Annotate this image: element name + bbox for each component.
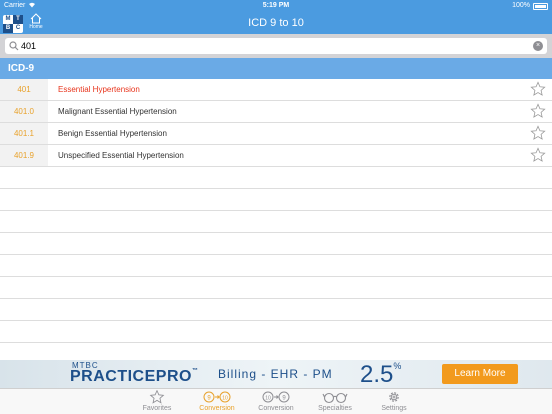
glasses-icon <box>322 392 348 404</box>
tab-bar: Favorites 9 10 Conversion 10 9 Conversio… <box>0 388 552 414</box>
icon-glyph: 10 <box>222 396 228 402</box>
tab-favorites[interactable]: Favorites <box>130 390 184 414</box>
search-icon <box>9 41 19 51</box>
favorite-star-icon[interactable] <box>530 81 546 97</box>
list-item[interactable]: 401.1 Benign Essential Hypertension <box>0 123 552 145</box>
banner-brand-text: PRACTICEPRO <box>70 368 192 385</box>
ad-banner[interactable]: MTBC PRACTICEPRO™ Billing - EHR - PM 2.5… <box>0 360 552 388</box>
favorite-star-icon[interactable] <box>530 147 546 163</box>
icd9-to-icd10-icon: 9 10 <box>203 391 231 403</box>
icon-glyph: 9 <box>207 396 211 402</box>
banner-trademark: ™ <box>191 368 199 374</box>
tab-settings[interactable]: Settings <box>367 390 421 414</box>
list-item[interactable]: 401 Essential Hypertension <box>0 79 552 101</box>
banner-brand: PRACTICEPRO™ <box>70 368 198 386</box>
tab-label: Settings <box>381 405 407 412</box>
code-description: Malignant Essential Hypertension <box>58 107 177 116</box>
empty-row <box>0 255 552 277</box>
empty-row <box>0 277 552 299</box>
tab-label: Conversion <box>199 405 235 412</box>
battery-icon <box>533 3 548 10</box>
page-title: ICD 9 to 10 <box>248 17 304 29</box>
status-bar: Carrier 5:19 PM 100% <box>0 0 552 12</box>
search-bar: × <box>0 34 552 58</box>
tab-label: Favorites <box>142 405 172 412</box>
search-input[interactable] <box>21 39 521 53</box>
banner-percent-value: 2.5 <box>360 361 394 388</box>
empty-row <box>0 233 552 255</box>
learn-more-button[interactable]: Learn More <box>442 364 518 384</box>
tab-conversion-icd10-to-icd9[interactable]: 10 9 Conversion <box>249 390 303 414</box>
icd9-code: 401.0 <box>0 101 48 122</box>
tab-label: Conversion <box>258 405 294 412</box>
clear-search-icon[interactable]: × <box>533 41 543 51</box>
banner-percent-sign: % <box>393 361 402 371</box>
list-item[interactable]: 401.9 Unspecified Essential Hypertension <box>0 145 552 167</box>
icon-glyph: 9 <box>282 396 286 402</box>
empty-row <box>0 211 552 233</box>
tab-specialties[interactable]: Specialties <box>308 390 362 414</box>
tab-label: Specialties <box>318 405 352 412</box>
icon-glyph: 10 <box>265 396 271 402</box>
empty-row <box>0 167 552 189</box>
gear-icon <box>389 392 399 402</box>
section-header-icd9: ICD-9 <box>0 58 552 79</box>
banner-tagline: Billing - EHR - PM <box>218 367 333 381</box>
list-item[interactable]: 401.0 Malignant Essential Hypertension <box>0 101 552 123</box>
status-time: 5:19 PM <box>262 2 290 9</box>
icd9-code: 401 <box>0 79 48 100</box>
code-description: Unspecified Essential Hypertension <box>58 151 184 160</box>
code-description: Benign Essential Hypertension <box>58 129 167 138</box>
code-description: Essential Hypertension <box>58 85 140 94</box>
icd10-to-icd9-icon: 10 9 <box>262 391 290 403</box>
icd9-code: 401.9 <box>0 145 48 166</box>
icd9-code: 401.1 <box>0 123 48 144</box>
favorite-star-icon[interactable] <box>530 103 546 119</box>
favorite-star-icon[interactable] <box>530 125 546 141</box>
star-icon <box>149 390 165 404</box>
empty-row <box>0 299 552 321</box>
tab-conversion-icd9-to-icd10[interactable]: 9 10 Conversion <box>190 390 244 414</box>
battery-percent: 100% <box>512 2 530 9</box>
navigation-bar: M T B C Home ICD 9 to 10 <box>0 12 552 34</box>
code-list: 401 Essential Hypertension 401.0 Maligna… <box>0 79 552 360</box>
empty-row <box>0 321 552 343</box>
search-field-container[interactable]: × <box>5 38 547 54</box>
empty-row <box>0 189 552 211</box>
banner-percent: 2.5% <box>360 361 401 388</box>
